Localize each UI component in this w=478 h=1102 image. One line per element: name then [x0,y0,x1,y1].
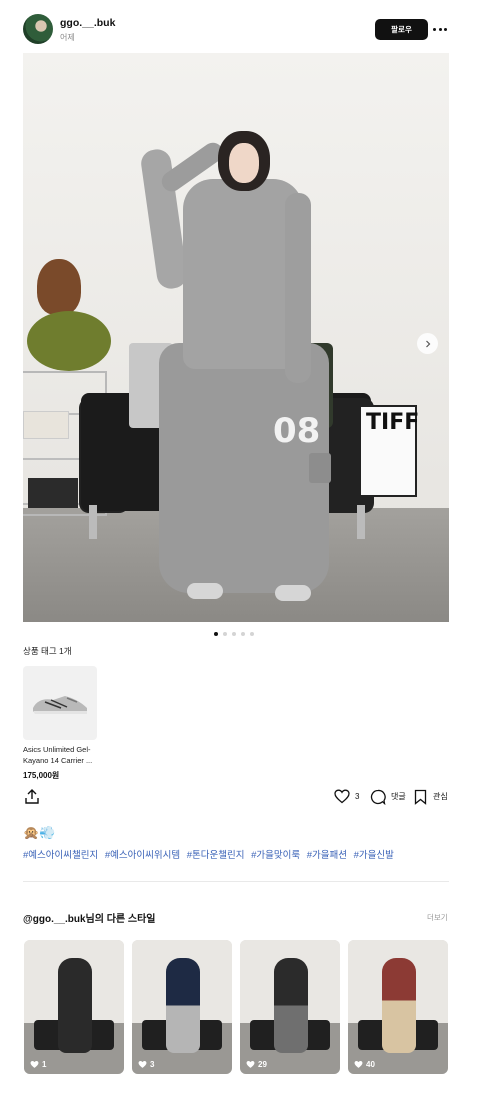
like-button[interactable]: 3 [334,788,359,805]
style-card-like-count: 40 [366,1060,375,1069]
style-card[interactable]: 29 [240,940,340,1074]
style-card-like-count: 29 [258,1060,267,1069]
next-image-button[interactable] [417,333,438,354]
like-count: 3 [355,792,360,801]
product-tags-title: 상품 태그 1개 [23,646,72,656]
carousel-indicator [214,632,254,636]
heart-filled-icon [30,1060,39,1068]
heart-filled-icon [246,1060,255,1068]
hashtag-link[interactable]: #가을패션 [307,850,347,861]
product-price: 175,000원 [23,771,60,780]
product-thumbnail[interactable] [23,666,97,740]
more-options-icon[interactable] [433,25,449,33]
style-card-likes: 29 [246,1060,267,1069]
see-more-link[interactable]: 더보기 [427,912,448,923]
style-figure [382,958,416,1053]
style-figure [274,958,308,1053]
heart-icon [334,789,350,804]
hashtag-link[interactable]: #톤다운챌린지 [187,850,245,861]
bookmark-icon [414,789,427,805]
share-icon[interactable] [24,788,40,805]
username[interactable]: ggo.__.buk [60,17,115,29]
carousel-dot[interactable] [250,632,254,636]
heart-filled-icon [138,1060,147,1068]
save-button[interactable]: 관심 [414,788,448,805]
product-name[interactable]: Asics Unlimited Gel-Kayano 14 Carrier ..… [23,744,105,766]
carousel-dot[interactable] [223,632,227,636]
style-card-likes: 40 [354,1060,375,1069]
hashtag-link[interactable]: #가을신발 [354,850,394,861]
style-card[interactable]: 40 [348,940,448,1074]
save-label: 관심 [433,792,448,801]
pants-number: 08 [273,411,321,451]
sneaker-image [33,696,87,714]
comment-button[interactable]: 댓글 [370,788,406,805]
timestamp: 어제 [60,33,75,42]
hashtag-list: #예스아이씨챌린지 #예스아이씨위시템 #톤다운챌린지 #가을맞이룩 #가을패션… [23,847,398,861]
hashtag-link[interactable]: #예스아이씨챌린지 [23,850,98,861]
chevron-right-icon [425,340,430,347]
comment-label: 댓글 [391,792,406,801]
hashtag-link[interactable]: #예스아이씨위시템 [105,850,180,861]
comment-icon [370,789,386,805]
style-card-like-count: 1 [42,1060,47,1069]
style-card[interactable]: 1 [24,940,124,1074]
post-photo[interactable]: TIFF 08 [23,53,449,622]
post-header: ggo.__.buk 어제 팔로우 [23,14,449,46]
follow-button[interactable]: 팔로우 [375,19,428,40]
poster: TIFF [359,405,420,497]
style-card-likes: 1 [30,1060,46,1069]
style-figure [58,958,92,1053]
style-card-likes: 3 [138,1060,154,1069]
caption-emoji: 🙊💨 [23,826,56,841]
carousel-dot[interactable] [241,632,245,636]
post-page: ggo.__.buk 어제 팔로우 TIFF 08 상품 태그 1개 Asics… [0,0,478,1102]
avatar[interactable] [23,14,53,44]
style-figure [166,958,200,1053]
other-styles-grid: 1 3 29 40 [24,940,448,1074]
poster-text: TIFF [366,410,420,435]
section-divider [23,881,449,882]
style-card-like-count: 3 [150,1060,155,1069]
carousel-dot[interactable] [232,632,236,636]
other-styles-title: @ggo.__.buk님의 다른 스타일 [23,914,156,925]
style-card[interactable]: 3 [132,940,232,1074]
heart-filled-icon [354,1060,363,1068]
hashtag-link[interactable]: #가을맞이룩 [251,850,300,861]
carousel-dot[interactable] [214,632,218,636]
